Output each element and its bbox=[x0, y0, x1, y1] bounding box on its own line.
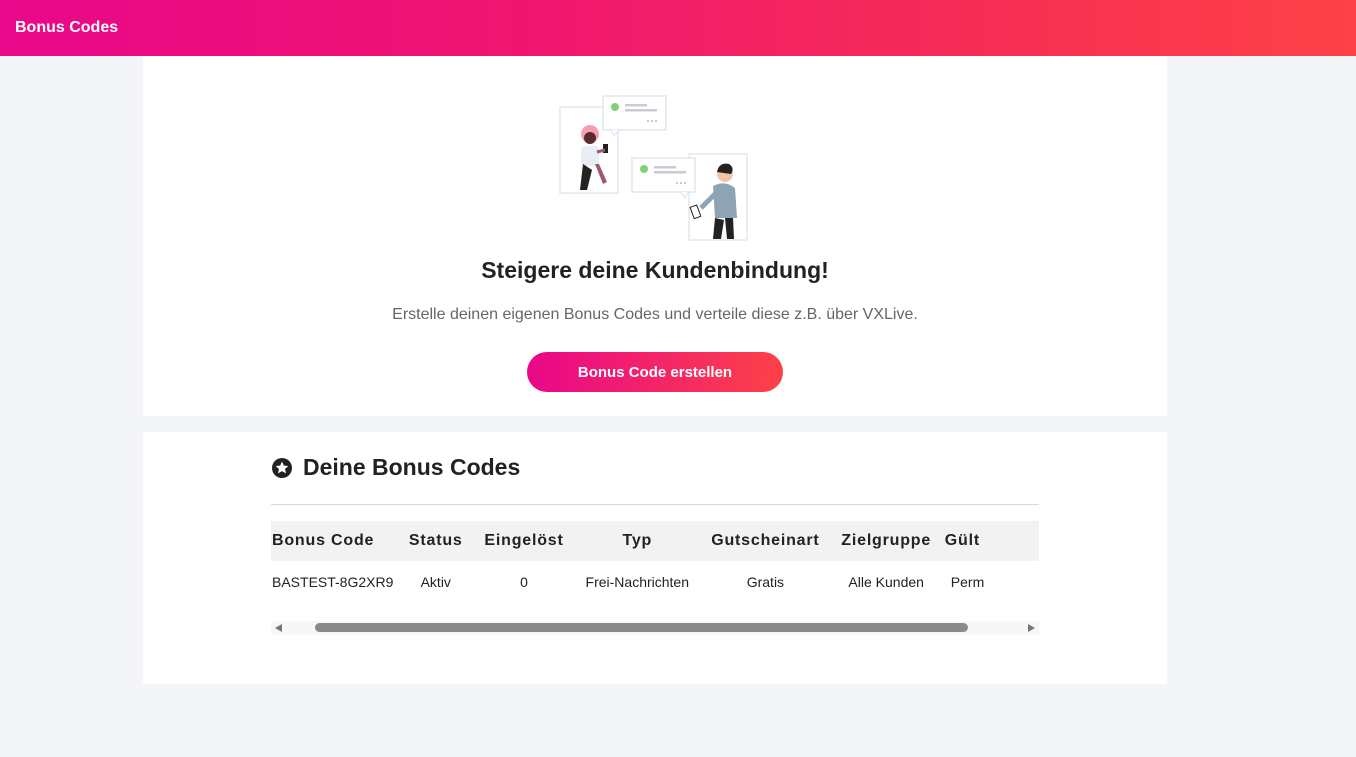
cell-target-group: Alle Kunden bbox=[848, 574, 924, 590]
scrollbar-thumb[interactable] bbox=[315, 623, 968, 632]
scroll-right-icon[interactable] bbox=[1028, 624, 1035, 632]
column-header-validity[interactable]: Gült bbox=[941, 521, 1039, 561]
cell-validity: Perm bbox=[950, 574, 985, 590]
column-header-bonus-code[interactable]: Bonus Code bbox=[271, 521, 399, 561]
table-row[interactable]: BASTEST-8G2XR9 Aktiv 0 Frei-Nachrichten … bbox=[271, 561, 1039, 603]
table-header-row: Bonus Code Status Eingelöst Typ Gutschei… bbox=[271, 521, 1039, 561]
hero-card: Steigere deine Kundenbindung! Erstelle d… bbox=[143, 56, 1167, 416]
cell-redeemed: 0 bbox=[520, 574, 528, 590]
hero-subtitle: Erstelle deinen eigenen Bonus Codes und … bbox=[392, 306, 918, 323]
top-bar: Bonus Codes bbox=[0, 0, 1356, 56]
cell-bonus-code: BASTEST-8G2XR9 bbox=[272, 574, 394, 590]
divider bbox=[271, 504, 1039, 505]
scroll-left-icon[interactable] bbox=[275, 624, 282, 632]
hero-title: Steigere deine Kundenbindung! bbox=[481, 257, 829, 283]
section-header: Deine Bonus Codes bbox=[271, 454, 520, 481]
column-header-voucher-kind[interactable]: Gutscheinart bbox=[699, 521, 831, 561]
cell-status: Aktiv bbox=[420, 574, 451, 590]
star-circle-icon bbox=[272, 457, 292, 478]
bonus-codes-card: Deine Bonus Codes Bonus Code Status Eing… bbox=[143, 432, 1167, 684]
cell-voucher-kind: Gratis bbox=[746, 574, 785, 590]
column-header-status[interactable]: Status bbox=[399, 521, 473, 561]
app-title: Bonus Codes bbox=[15, 19, 119, 36]
cell-type: Frei-Nachrichten bbox=[585, 574, 690, 590]
bonus-codes-table-scroll[interactable]: Bonus Code Status Eingelöst Typ Gutschei… bbox=[271, 521, 1039, 641]
column-header-type[interactable]: Typ bbox=[575, 521, 699, 561]
column-header-target-group[interactable]: Zielgruppe bbox=[832, 521, 941, 561]
two-people-chatting-illustration bbox=[559, 95, 748, 241]
horizontal-scrollbar[interactable] bbox=[271, 621, 1039, 635]
section-title: Deine Bonus Codes bbox=[303, 454, 521, 480]
bonus-codes-table: Bonus Code Status Eingelöst Typ Gutschei… bbox=[271, 521, 1039, 603]
column-header-redeemed[interactable]: Eingelöst bbox=[473, 521, 576, 561]
create-bonus-code-button[interactable]: Bonus Code erstellen bbox=[527, 352, 783, 392]
